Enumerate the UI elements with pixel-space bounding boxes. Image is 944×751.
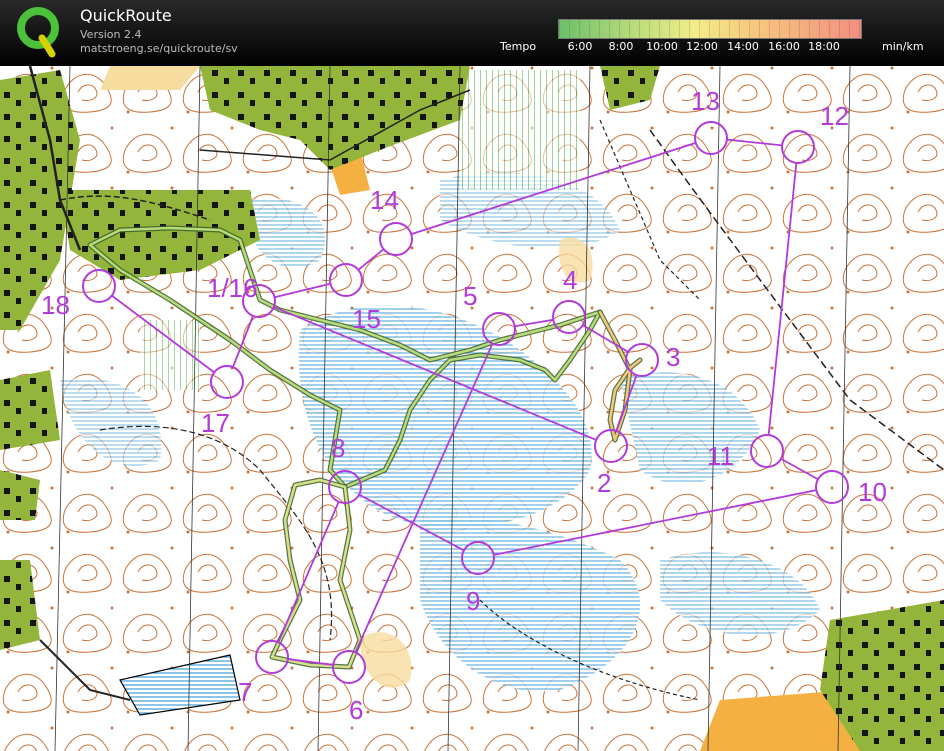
tempo-tick: 8:00 — [608, 40, 634, 53]
tempo-color-scale — [558, 19, 862, 39]
tempo-label: Tempo — [500, 40, 537, 53]
tempo-tick: 12:00 — [686, 40, 718, 53]
control-number: 13 — [691, 86, 720, 116]
tempo-tick: 18:00 — [808, 40, 840, 53]
control-number: 18 — [41, 290, 70, 320]
tempo-tick: 10:00 — [646, 40, 678, 53]
control-number: 5 — [463, 281, 477, 311]
control-number: 17 — [201, 408, 230, 438]
app-title: QuickRoute — [80, 6, 172, 25]
control-number: 1/16 — [207, 273, 258, 303]
control-number: 15 — [352, 304, 381, 334]
tempo-tick: 16:00 — [768, 40, 800, 53]
app-version: Version 2.4 — [80, 28, 142, 41]
header-bar: QuickRoute Version 2.4 matstroeng.se/qui… — [0, 0, 944, 66]
quickroute-logo-icon — [17, 7, 59, 58]
app-url: matstroeng.se/quickroute/sv — [80, 42, 238, 55]
control-number: 3 — [666, 342, 680, 372]
control-number: 2 — [597, 468, 611, 498]
control-number: 10 — [858, 477, 887, 507]
control-number: 14 — [370, 185, 399, 215]
tempo-unit: min/km — [882, 40, 924, 53]
orienteering-map[interactable]: 1/16 2 3 4 5 6 7 8 9 10 11 12 13 14 15 17 18 — [0, 66, 944, 751]
control-number: 8 — [331, 433, 345, 463]
control-number: 4 — [563, 265, 577, 295]
quickroute-viewer: QuickRoute Version 2.4 matstroeng.se/qui… — [0, 0, 944, 751]
tempo-tick: 6:00 — [567, 40, 593, 53]
control-number: 6 — [349, 695, 363, 725]
control-number: 7 — [238, 677, 252, 707]
control-number: 9 — [466, 586, 480, 616]
control-number: 11 — [707, 441, 734, 471]
tempo-tick: 14:00 — [727, 40, 759, 53]
control-number: 12 — [820, 101, 849, 131]
